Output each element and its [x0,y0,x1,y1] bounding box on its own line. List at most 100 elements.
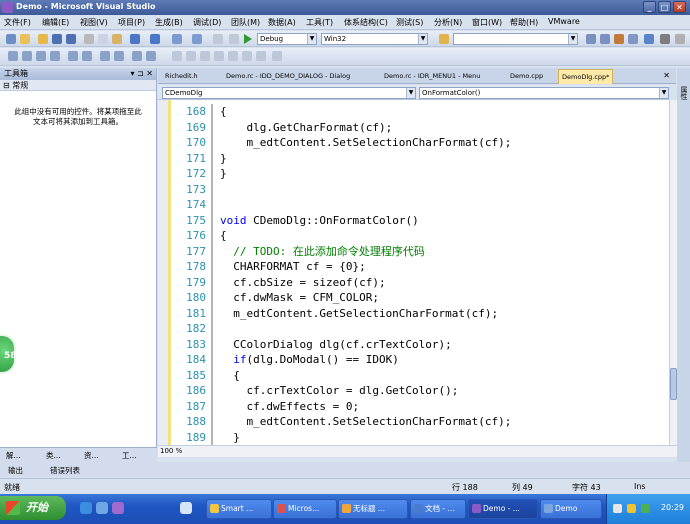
menu-window[interactable]: 窗口(W) [472,17,502,28]
vertical-scrollbar[interactable] [669,100,677,445]
code-line[interactable]: 180 cf.dwMask = CFM_COLOR; [172,290,669,306]
code-line[interactable]: 171} [172,150,669,166]
menu-data[interactable]: 数据(A) [268,17,296,28]
word-completion-icon[interactable] [50,51,60,61]
start-debugging-icon[interactable] [244,34,252,44]
toolbox-window-buttons[interactable]: ▾ ⊐ ✕ [130,68,153,80]
code-line[interactable]: 185 { [172,367,669,383]
align-top-icon[interactable] [214,51,224,61]
quick-info-icon[interactable] [36,51,46,61]
code-line[interactable]: 168 { [172,104,669,120]
solution-explorer-icon[interactable] [586,34,596,44]
code-line[interactable]: 182 [172,321,669,337]
code-line[interactable]: 173 [172,181,669,197]
quicklaunch-chevron-icon[interactable] [180,502,192,514]
horizontal-scrollbar[interactable]: 100 % [158,445,677,457]
copy-icon[interactable] [98,34,108,44]
zoom-combo[interactable]: 100 % [160,447,182,455]
close-button[interactable]: ✕ [673,1,686,13]
menu-file[interactable]: 文件(F) [4,17,31,28]
tab-resource-view[interactable]: 资... [84,450,99,461]
redo-icon[interactable] [150,34,160,44]
test-dialog-icon[interactable] [272,51,282,61]
tab-richedit-h[interactable]: Richedit.h [165,72,198,80]
task-demo[interactable]: Demo [540,499,602,519]
code-line[interactable]: 186 cf.crTextColor = dlg.GetColor(); [172,383,669,399]
toolbox-group-general[interactable]: ⊟ 常规 [0,80,156,91]
minimize-button[interactable]: _ [643,1,656,13]
save-icon[interactable] [52,34,62,44]
align-right-icon[interactable] [200,51,210,61]
code-line[interactable]: 189 } [172,429,669,445]
code-line[interactable]: 181 m_edtContent.GetSelectionCharFormat(… [172,305,669,321]
task-untitled[interactable]: 无标题 ... [338,499,408,519]
menu-edit[interactable]: 编辑(E) [42,17,69,28]
close-document-icon[interactable]: ✕ [663,71,670,80]
object-browser-icon[interactable] [628,34,638,44]
code-line[interactable]: 175 void CDemoDlg::OnFormatColor() [172,212,669,228]
code-line[interactable]: 169 dlg.GetCharFormat(cf); [172,119,669,135]
solution-configuration-combo[interactable]: Debug ▼ [257,33,317,45]
menu-test[interactable]: 测试(S) [396,17,423,28]
tab-demo-rc-menu[interactable]: Demo.rc - IDR_MENU1 - Menu [384,72,480,80]
member-combo[interactable]: OnFormatColor() ▼ [419,87,669,99]
indicator-margin[interactable] [158,100,168,445]
menu-debug[interactable]: 调试(D) [193,17,221,28]
tab-error-list[interactable]: 错误列表 [50,465,80,476]
find-combo[interactable]: ▼ [453,33,578,45]
show-desktop-icon[interactable] [96,502,108,514]
code-line[interactable]: 178 CHARFORMAT cf = {0}; [172,259,669,275]
task-document[interactable]: 文档 - ... [410,499,466,519]
undo-icon[interactable] [130,34,140,44]
task-microsoft[interactable]: Micros... [273,499,337,519]
previous-bookmark-icon[interactable] [146,51,156,61]
start-button[interactable]: 开始 [0,496,66,520]
tab-demodlg-cpp[interactable]: DemoDlg.cpp* [558,69,614,84]
task-demo-vs[interactable]: Demo - ... [468,499,538,519]
menu-team[interactable]: 团队(M) [231,17,260,28]
find-in-files-icon[interactable] [439,34,449,44]
code-line[interactable]: 177 // TODO: 在此添加命令处理程序代码 [172,243,669,259]
align-bottom-icon[interactable] [228,51,238,61]
solution-platform-combo[interactable]: Win32 ▼ [321,33,428,45]
code-line[interactable]: 188 m_edtContent.SetSelectionCharFormat(… [172,414,669,430]
find-icon[interactable] [213,34,223,44]
tab-toolbox[interactable]: 工... [122,450,137,461]
tab-output[interactable]: 输出 [8,465,23,476]
align-left-icon[interactable] [186,51,196,61]
navigate-back-icon[interactable] [172,34,182,44]
properties-tab[interactable]: 属性 [679,86,689,100]
clock[interactable]: 20:29 [661,503,684,512]
code-editor[interactable]: 168{169 dlg.GetCharFormat(cf); 170 m_edtC… [158,100,669,445]
menu-view[interactable]: 视图(V) [80,17,108,28]
dialog-editor-icon[interactable] [172,51,182,61]
media-player-icon[interactable] [112,502,124,514]
comment-icon[interactable] [229,34,239,44]
tab-solution-explorer[interactable]: 解... [6,450,21,461]
menu-help[interactable]: 帮助(H) [510,17,538,28]
code-line[interactable]: 184 if(dlg.DoModal() == IDOK) [172,352,669,368]
menu-analyze[interactable]: 分析(N) [434,17,462,28]
uncomment-icon[interactable] [114,51,124,61]
display-info-icon[interactable] [8,51,18,61]
tab-demo-rc-dialog[interactable]: Demo.rc - IDD_DEMO_DIALOG - Dialog [226,72,350,80]
center-horizontal-icon[interactable] [256,51,266,61]
new-project-icon[interactable] [6,34,16,44]
properties-icon[interactable] [600,34,610,44]
code-line[interactable]: 170 m_edtContent.SetSelectionCharFormat(… [172,135,669,151]
code-line[interactable]: 172} [172,166,669,182]
menu-architecture[interactable]: 体系结构(C) [344,17,388,28]
save-all-icon[interactable] [66,34,76,44]
menu-tools[interactable]: 工具(T) [306,17,333,28]
tab-class-view[interactable]: 类... [46,450,61,461]
start-page-icon[interactable] [644,34,654,44]
add-item-icon[interactable] [20,34,30,44]
menu-vmware[interactable]: VMware [548,17,580,26]
code-line[interactable]: 179 cf.cbSize = sizeof(cf); [172,274,669,290]
code-line[interactable]: 183 CColorDialog dlg(cf.crTextColor); [172,336,669,352]
decrease-indent-icon[interactable] [68,51,78,61]
floating-badge[interactable]: 58 [0,334,17,374]
comment-out-icon[interactable] [100,51,110,61]
cut-icon[interactable] [84,34,94,44]
toggle-bookmark-icon[interactable] [132,51,142,61]
